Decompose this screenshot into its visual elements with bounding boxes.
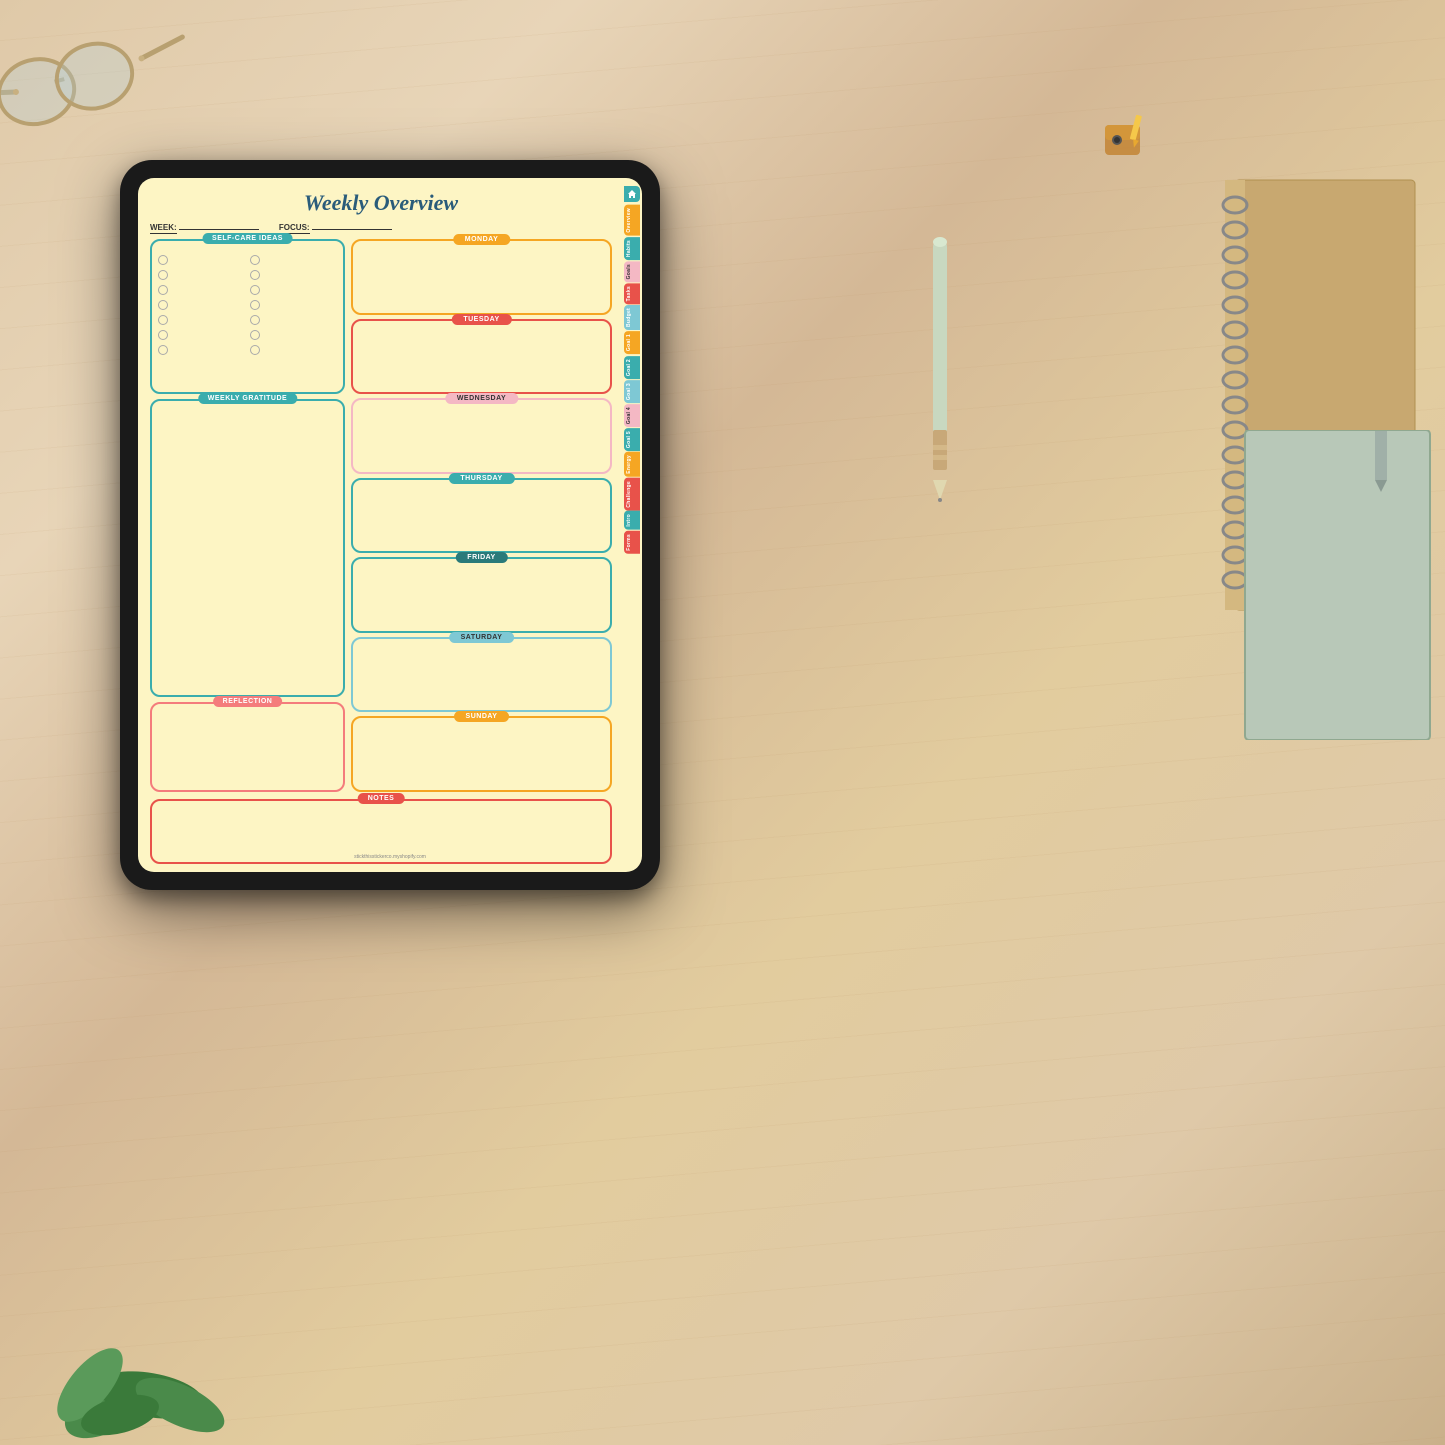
checkbox-item	[250, 345, 338, 355]
monday-label: MONDAY	[453, 234, 510, 245]
focus-label: FOCUS:	[279, 223, 392, 232]
checkbox-item	[250, 315, 338, 325]
website-watermark: stickthisstickerco.myshopify.com	[354, 854, 426, 860]
gratitude-section: WEEKLY GRATITUDE	[150, 399, 345, 697]
checkbox[interactable]	[250, 255, 260, 265]
checkbox[interactable]	[250, 330, 260, 340]
checkbox[interactable]	[250, 270, 260, 280]
checkbox[interactable]	[158, 300, 168, 310]
checkbox[interactable]	[158, 330, 168, 340]
tab-overview[interactable]: Overview	[624, 205, 640, 236]
self-care-section: SELF-CARE IDEAS	[150, 239, 345, 394]
tab-energy[interactable]: Energy	[624, 452, 640, 477]
thursday-label: THURSDAY	[448, 473, 514, 484]
checkbox-col-2	[250, 255, 338, 386]
sunday-label: SUNDAY	[454, 711, 510, 722]
checkbox-item	[158, 300, 246, 310]
tab-goal1[interactable]: Goal 1	[624, 331, 640, 354]
tab-tasks[interactable]: Tasks	[624, 283, 640, 304]
checkbox-item	[158, 345, 246, 355]
saturday-box: SATURDAY	[351, 637, 612, 713]
green-notebook-decoration	[1235, 430, 1435, 740]
tab-intro[interactable]: Intro	[624, 511, 640, 530]
right-column: MONDAY TUESDAY WEDNESDAY THURSDAY FRIDAY	[351, 239, 612, 792]
checkbox-item	[250, 330, 338, 340]
saturday-label: SATURDAY	[449, 632, 515, 643]
tuesday-box: TUESDAY	[351, 319, 612, 395]
checkbox[interactable]	[250, 345, 260, 355]
tab-habits[interactable]: Habits	[624, 237, 640, 260]
checkbox[interactable]	[158, 285, 168, 295]
planner-page: Weekly Overview WEEK: FOCUS:	[138, 178, 622, 872]
notes-label: NOTES	[358, 793, 405, 804]
checkbox-item	[158, 255, 246, 265]
checkbox-item	[250, 255, 338, 265]
self-care-label: SELF-CARE IDEAS	[202, 233, 293, 244]
tab-strip: Overview Habits Goals Tasks Budget Goal …	[622, 178, 642, 872]
left-column: SELF-CARE IDEAS	[150, 239, 345, 792]
tab-home[interactable]	[624, 186, 640, 202]
tab-challenge[interactable]: Challenge	[624, 478, 640, 511]
checkbox-item	[158, 270, 246, 280]
gratitude-label: WEEKLY GRATITUDE	[198, 393, 297, 404]
sunday-box: SUNDAY	[351, 716, 612, 792]
checkbox[interactable]	[250, 315, 260, 325]
planner-title: Weekly Overview	[150, 190, 612, 216]
monday-box: MONDAY	[351, 239, 612, 315]
checkbox-item	[158, 315, 246, 325]
reflection-label: REFLECTION	[213, 696, 283, 707]
self-care-inner	[158, 255, 337, 386]
tab-goal2[interactable]: Goal 2	[624, 356, 640, 379]
tab-goal3[interactable]: Goal 3	[624, 380, 640, 403]
checkbox-col-1	[158, 255, 246, 386]
checkbox-item	[158, 285, 246, 295]
tab-goal5[interactable]: Goal 5	[624, 428, 640, 451]
pen-decoration	[925, 230, 955, 530]
tab-budget[interactable]: Budget	[624, 305, 640, 330]
checkbox[interactable]	[158, 270, 168, 280]
tablet-screen: Weekly Overview WEEK: FOCUS:	[138, 178, 642, 872]
wednesday-box: WEDNESDAY	[351, 398, 612, 474]
tab-forms[interactable]: Forms	[624, 531, 640, 554]
tab-goals[interactable]: Goals	[624, 261, 640, 282]
checkbox-item	[250, 285, 338, 295]
tablet: Weekly Overview WEEK: FOCUS:	[120, 160, 660, 890]
wednesday-label: WEDNESDAY	[445, 393, 518, 404]
checkbox[interactable]	[250, 300, 260, 310]
checkbox[interactable]	[158, 255, 168, 265]
checkbox-item	[250, 270, 338, 280]
thursday-box: THURSDAY	[351, 478, 612, 554]
week-label: WEEK:	[150, 223, 259, 232]
checkbox[interactable]	[250, 285, 260, 295]
checkbox[interactable]	[158, 315, 168, 325]
checkbox-item	[158, 330, 246, 340]
friday-box: FRIDAY	[351, 557, 612, 633]
tuesday-label: TUESDAY	[451, 314, 511, 325]
week-focus-row: WEEK: FOCUS:	[150, 223, 612, 232]
plant-decoration	[50, 1245, 250, 1445]
pencil-sharpener-decoration	[1095, 110, 1155, 170]
main-grid: SELF-CARE IDEAS	[150, 239, 612, 792]
tab-goal4[interactable]: Goal 4	[624, 404, 640, 427]
checkbox[interactable]	[158, 345, 168, 355]
checkbox-item	[250, 300, 338, 310]
reflection-section: REFLECTION	[150, 702, 345, 792]
glasses-decoration	[0, 20, 190, 140]
friday-label: FRIDAY	[455, 552, 507, 563]
